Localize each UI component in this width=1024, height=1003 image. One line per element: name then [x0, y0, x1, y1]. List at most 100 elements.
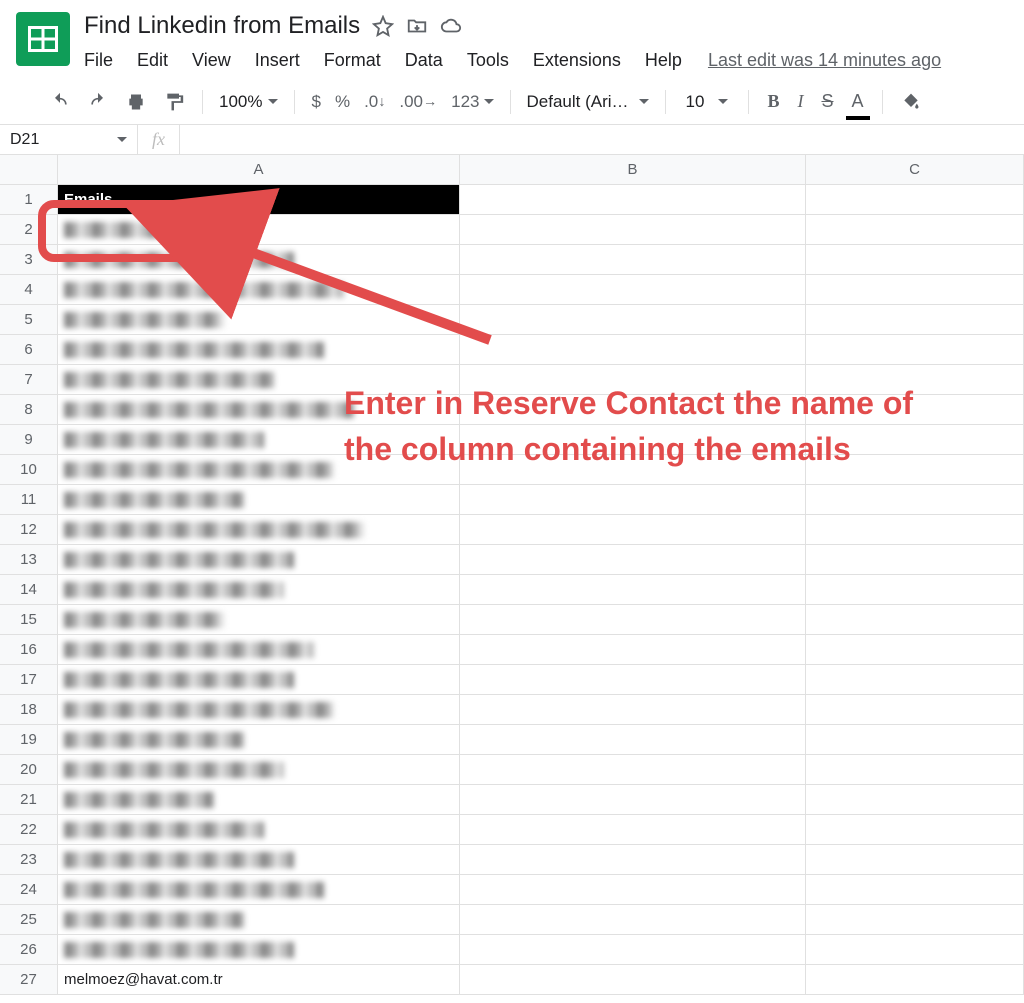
row-header[interactable]: 26 — [0, 935, 58, 965]
row-header[interactable]: 22 — [0, 815, 58, 845]
last-edit-link[interactable]: Last edit was 14 minutes ago — [708, 50, 941, 71]
cell[interactable] — [58, 275, 460, 305]
cell[interactable] — [460, 455, 806, 485]
cell[interactable]: melmoez@havat.com.tr — [58, 965, 460, 995]
menu-edit[interactable]: Edit — [125, 46, 180, 75]
cell[interactable] — [460, 875, 806, 905]
menu-view[interactable]: View — [180, 46, 243, 75]
cell[interactable] — [58, 365, 460, 395]
decrease-decimal-button[interactable]: .0↓ — [358, 88, 391, 116]
row-header[interactable]: 20 — [0, 755, 58, 785]
row-header[interactable]: 4 — [0, 275, 58, 305]
cell[interactable] — [58, 905, 460, 935]
cell[interactable] — [58, 845, 460, 875]
row-header[interactable]: 1 — [0, 185, 58, 215]
star-icon[interactable] — [372, 15, 394, 37]
row-header[interactable]: 9 — [0, 425, 58, 455]
cell[interactable] — [806, 755, 1024, 785]
cell[interactable] — [806, 845, 1024, 875]
format-currency-button[interactable]: $ — [305, 88, 326, 116]
doc-title[interactable]: Find Linkedin from Emails — [84, 12, 360, 40]
cell[interactable] — [806, 485, 1024, 515]
paint-format-button[interactable] — [156, 86, 192, 118]
undo-button[interactable] — [42, 86, 78, 118]
zoom-select[interactable]: 100% — [213, 92, 284, 112]
cell[interactable] — [460, 425, 806, 455]
cell[interactable] — [460, 575, 806, 605]
cell[interactable] — [460, 275, 806, 305]
cell[interactable] — [58, 515, 460, 545]
cell[interactable] — [806, 605, 1024, 635]
menu-extensions[interactable]: Extensions — [521, 46, 633, 75]
cell[interactable] — [806, 875, 1024, 905]
col-header-c[interactable]: C — [806, 155, 1024, 185]
menu-help[interactable]: Help — [633, 46, 694, 75]
increase-decimal-button[interactable]: .00→ — [393, 88, 443, 116]
row-header[interactable]: 23 — [0, 845, 58, 875]
cell[interactable] — [460, 515, 806, 545]
cell[interactable] — [460, 845, 806, 875]
row-header[interactable]: 16 — [0, 635, 58, 665]
cell[interactable] — [806, 245, 1024, 275]
cell[interactable] — [460, 605, 806, 635]
cell[interactable] — [460, 365, 806, 395]
cell[interactable] — [58, 245, 460, 275]
cell[interactable] — [460, 725, 806, 755]
redo-button[interactable] — [80, 86, 116, 118]
cell[interactable] — [58, 665, 460, 695]
cell[interactable] — [58, 695, 460, 725]
cell[interactable] — [460, 665, 806, 695]
name-box[interactable]: D21 — [0, 125, 138, 154]
font-family-select[interactable]: Default (Ari… — [521, 92, 655, 112]
cell[interactable] — [806, 305, 1024, 335]
row-header[interactable]: 12 — [0, 515, 58, 545]
cell[interactable] — [460, 335, 806, 365]
cell[interactable] — [460, 905, 806, 935]
cell[interactable] — [460, 545, 806, 575]
cell[interactable] — [806, 455, 1024, 485]
row-header[interactable]: 6 — [0, 335, 58, 365]
row-header[interactable]: 17 — [0, 665, 58, 695]
cell[interactable] — [460, 245, 806, 275]
menu-format[interactable]: Format — [312, 46, 393, 75]
cell[interactable] — [806, 575, 1024, 605]
cell[interactable] — [58, 815, 460, 845]
cloud-status-icon[interactable] — [440, 15, 462, 37]
cell[interactable] — [806, 185, 1024, 215]
cell[interactable] — [806, 515, 1024, 545]
cell[interactable] — [58, 725, 460, 755]
select-all-corner[interactable] — [0, 155, 58, 185]
cell[interactable] — [58, 935, 460, 965]
cell[interactable] — [806, 365, 1024, 395]
cell[interactable] — [58, 215, 460, 245]
cell[interactable] — [806, 785, 1024, 815]
row-header[interactable]: 7 — [0, 365, 58, 395]
cell[interactable] — [460, 755, 806, 785]
cell[interactable] — [806, 425, 1024, 455]
cell[interactable] — [460, 965, 806, 995]
sheets-logo[interactable] — [16, 12, 70, 66]
row-header[interactable]: 18 — [0, 695, 58, 725]
cell[interactable] — [806, 695, 1024, 725]
cell[interactable] — [58, 395, 460, 425]
cell[interactable] — [460, 215, 806, 245]
row-header[interactable]: 21 — [0, 785, 58, 815]
cell[interactable] — [806, 545, 1024, 575]
row-header[interactable]: 10 — [0, 455, 58, 485]
move-to-folder-icon[interactable] — [406, 15, 428, 37]
cell[interactable] — [806, 815, 1024, 845]
row-header[interactable]: 13 — [0, 545, 58, 575]
text-color-button[interactable]: A — [844, 85, 872, 118]
cell[interactable] — [58, 755, 460, 785]
cell[interactable] — [806, 935, 1024, 965]
cell[interactable] — [806, 275, 1024, 305]
cell[interactable] — [58, 605, 460, 635]
row-header[interactable]: 24 — [0, 875, 58, 905]
cell[interactable] — [460, 815, 806, 845]
row-header[interactable]: 25 — [0, 905, 58, 935]
print-button[interactable] — [118, 86, 154, 118]
cell[interactable] — [460, 395, 806, 425]
cell[interactable] — [58, 485, 460, 515]
cell[interactable] — [58, 545, 460, 575]
menu-insert[interactable]: Insert — [243, 46, 312, 75]
